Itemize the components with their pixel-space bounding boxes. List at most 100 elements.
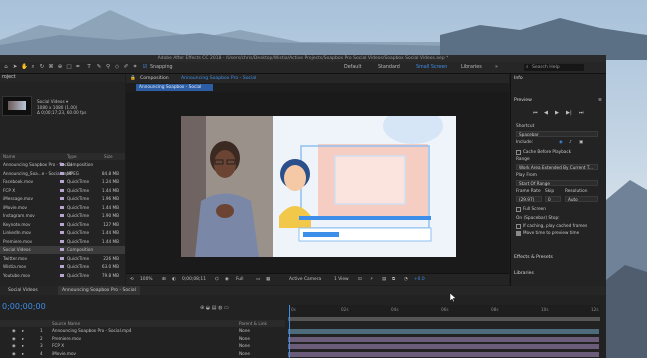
previous-frame-icon[interactable]: ◀ [544,110,548,116]
workspace-libraries[interactable]: Libraries [461,64,482,71]
mask-visibility-icon[interactable]: ◐ [172,274,176,285]
project-item[interactable]: Instagram.mov QuickTime 1.90 MB [0,212,125,220]
timeline-layer-row[interactable]: ◉ ▸ 4 iMovie.mov None [0,351,599,358]
toggle-pixel-aspect-icon[interactable]: ⊡ [358,274,362,285]
timeline-timecode[interactable]: 0;00;00;00 [0,302,62,311]
snapping-checkbox[interactable]: ☑ [142,64,148,70]
label-color-swatch[interactable] [60,188,64,192]
clone-stamp-tool-icon[interactable]: ⚲ [105,64,111,70]
timeline-layer-row[interactable]: ◉ ▸ 1 Announcing Soapbox Pro - Social.mp4 No… [0,328,599,335]
project-item[interactable]: Wistia.mov QuickTime 63.0 MB [0,263,125,271]
label-color-swatch[interactable] [60,205,64,209]
parent-link-header[interactable]: Parent & Link [239,320,267,327]
column-name[interactable]: Name [3,153,15,160]
include-overlays-icon[interactable]: ▣ [579,140,583,146]
info-panel-header[interactable]: Info [514,75,523,82]
include-audio-icon[interactable]: ♪ [569,140,572,146]
expand-arrow-icon[interactable]: ▸ [22,336,24,343]
move-time-checkbox[interactable] [516,231,521,236]
layer-parent-select[interactable]: None [239,343,250,350]
reset-exposure-icon[interactable]: ◔ [404,274,408,285]
search-help-input[interactable]: ⌕ Search Help [524,64,584,71]
selection-tool-icon[interactable]: ➤ [12,64,18,70]
camera-tool-icon[interactable]: ⌘ [48,64,54,70]
exposure-value[interactable]: +0.0 [414,274,425,285]
project-item[interactable]: Social Videos Composition [0,246,125,254]
layer-parent-select[interactable]: None [239,351,250,358]
project-item[interactable]: LinkedIn.mov QuickTime 1.44 MB [0,229,125,237]
project-item[interactable]: Twitter.mov QuickTime 226 MB [0,255,125,263]
if-caching-checkbox[interactable] [516,224,521,229]
project-item[interactable]: Youtube.mov QuickTime 79.8 MB [0,272,125,280]
layer-duration-bar[interactable] [288,336,599,342]
snapshot-icon[interactable]: ⌬ [215,274,219,285]
eraser-tool-icon[interactable]: ◇ [114,64,120,70]
rotate-tool-icon[interactable]: ↻ [39,64,45,70]
brush-tool-icon[interactable]: ✎ [96,64,102,70]
label-color-swatch[interactable] [60,239,64,243]
label-color-swatch[interactable] [60,163,64,166]
expand-arrow-icon[interactable]: ▸ [22,328,24,335]
project-item[interactable]: FCP X QuickTime 1.44 MB [0,187,125,195]
roto-brush-tool-icon[interactable]: ✐ [123,64,129,70]
project-item[interactable]: iMessage.mov QuickTime 1.96 MB [0,195,125,203]
label-color-swatch[interactable] [60,171,64,175]
workspace-standard[interactable]: Standard [378,64,400,71]
region-of-interest-icon[interactable]: ▭ [256,274,260,285]
graph-editor-icon[interactable]: ▭ [224,305,229,311]
expand-arrow-icon[interactable]: ▸ [22,351,24,358]
flowchart-icon[interactable]: ⧉ [392,274,395,285]
magnification-select[interactable]: 100% [140,274,153,285]
transparency-grid-icon[interactable]: ▦ [266,274,270,285]
timeline-layer-row[interactable]: ◉ ▸ 2 Premiere.mov None [0,336,599,343]
pan-behind-tool-icon[interactable]: ⊕ [57,64,63,70]
full-screen-checkbox[interactable] [516,207,521,212]
project-item[interactable]: Announcing_Soa...e - Social.mp4 MPEG 84.8 … [0,170,125,178]
work-area-bar[interactable] [288,317,600,321]
timeline-tab-social-videos[interactable]: Social Videos [8,286,38,295]
current-time-indicator[interactable] [289,305,290,358]
puppet-tool-icon[interactable]: ✶ [132,64,138,70]
visibility-eye-icon[interactable]: ◉ [12,328,16,335]
lock-icon[interactable]: 🔒 [130,74,136,83]
composition-frame[interactable] [181,116,456,257]
column-size[interactable]: Size [104,153,113,160]
label-color-swatch[interactable] [60,273,64,277]
workspace-small-screen[interactable]: Small Screen [416,64,447,71]
zoom-tool-icon[interactable]: ⌕ [30,64,36,70]
source-name-header[interactable]: Source Name [52,320,80,327]
label-color-swatch[interactable] [60,265,64,268]
frame-rate-select[interactable]: (29.97) [516,196,542,202]
play-icon[interactable]: ▶ [555,110,559,116]
label-color-swatch[interactable] [60,231,64,234]
libraries-header[interactable]: Libraries [514,270,534,277]
effects-presets-header[interactable]: Effects & Presets [514,254,553,261]
label-color-swatch[interactable] [60,248,64,251]
timeline-tab-announcing[interactable]: Announcing Soapbox Pro - Social [58,286,140,295]
view-layout-select[interactable]: 1 View [334,274,349,285]
fast-previews-icon[interactable]: ⚡ [370,274,373,285]
project-item[interactable]: iMovie.mov QuickTime 1.44 MB [0,204,125,212]
panel-menu-icon[interactable]: ≡ [598,97,602,104]
shape-tool-icon[interactable]: □ [66,64,72,70]
play-from-select[interactable]: Start Of Range [516,180,598,186]
layer-parent-select[interactable]: None [239,336,250,343]
camera-select[interactable]: Active Camera [289,274,321,285]
column-type[interactable]: Type [67,153,77,160]
timeline-layer-row[interactable]: ◉ ▸ 3 FCP X None [0,343,599,350]
label-color-swatch[interactable] [60,214,64,217]
timeline-icon[interactable]: ▤ [382,274,386,285]
next-frame-icon[interactable]: ▶| [566,110,572,116]
last-frame-icon[interactable]: ⏭ [579,110,584,116]
workspace-menu-icon[interactable]: » [495,64,498,71]
shortcut-select[interactable]: Spacebar [516,131,598,137]
visibility-eye-icon[interactable]: ◉ [12,343,16,350]
project-item[interactable]: Facebook.mov QuickTime 1.24 MB [0,178,125,186]
hand-tool-icon[interactable]: ✋ [21,64,28,70]
visibility-eye-icon[interactable]: ◉ [12,336,16,343]
resolution-select-preview[interactable]: Auto [565,196,598,202]
visibility-eye-icon[interactable]: ◉ [12,351,16,358]
layer-parent-select[interactable]: None [239,328,250,335]
skip-select[interactable]: 0 [545,196,561,202]
resolution-select[interactable]: Full [236,274,244,285]
